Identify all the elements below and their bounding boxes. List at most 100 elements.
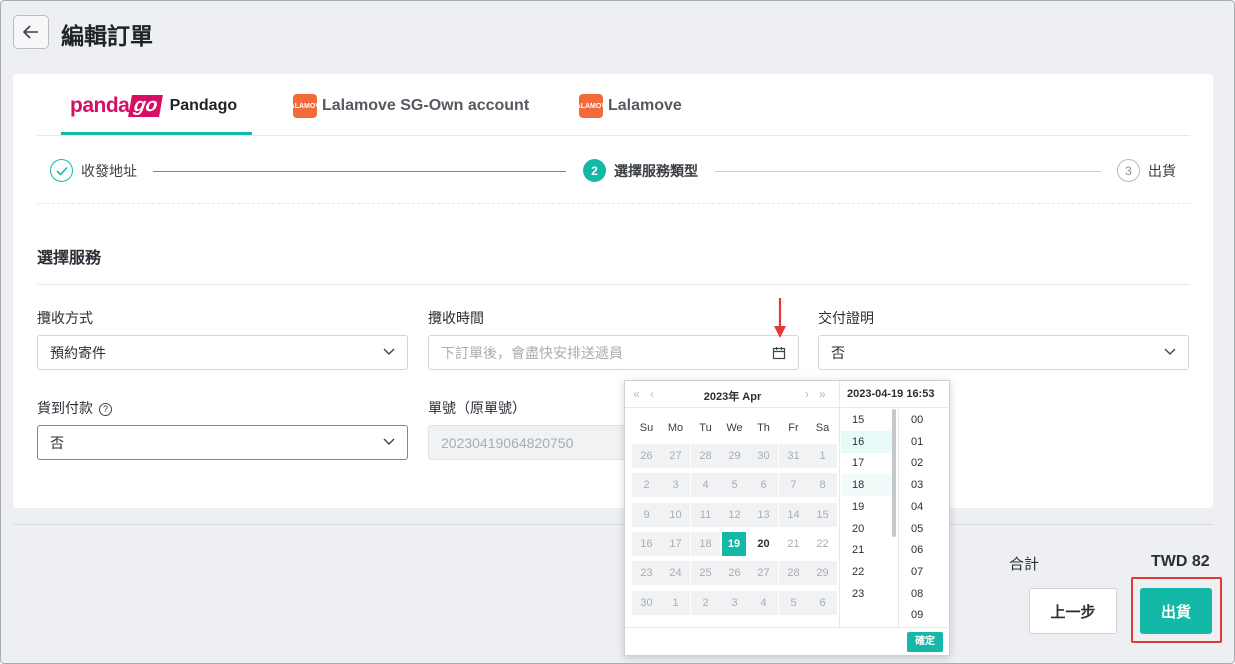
step-label: 選擇服務類型 — [614, 162, 698, 179]
tab-pandago[interactable]: panda go Pandago — [70, 94, 237, 118]
calendar-day[interactable]: 27 — [661, 444, 690, 468]
calendar-day[interactable]: 4 — [749, 590, 778, 615]
tab-lalamove[interactable]: LALAMOVE Lalamove — [571, 94, 682, 118]
step-connector — [715, 171, 1101, 172]
minute-option[interactable]: 01 — [900, 431, 951, 453]
stepper: 收發地址 2 選擇服務類型 3 出貨 — [37, 136, 1190, 204]
chevron-down-icon — [383, 348, 395, 355]
calendar-day[interactable]: 5 — [720, 473, 749, 498]
minute-option[interactable]: 03 — [900, 474, 951, 496]
hour-option[interactable]: 19 — [841, 496, 893, 518]
delivery-proof-select[interactable]: 否 — [818, 335, 1189, 370]
minute-option[interactable]: 06 — [900, 539, 951, 561]
minute-option[interactable]: 07 — [900, 561, 951, 583]
calendar-day[interactable]: 3 — [661, 473, 690, 498]
calendar-day[interactable]: 1 — [661, 590, 690, 615]
weekday-label: Mo — [667, 422, 684, 434]
calendar-day[interactable]: 26 — [632, 444, 661, 468]
calendar-day[interactable]: 10 — [661, 502, 690, 527]
calendar-day[interactable]: 12 — [720, 502, 749, 527]
calendar-day[interactable]: 28 — [779, 561, 808, 586]
calendar-day[interactable]: 6 — [749, 473, 778, 498]
calendar-day[interactable]: 28 — [691, 444, 720, 468]
minute-option[interactable]: 04 — [900, 496, 951, 518]
order-no-input: 20230419064820750 — [428, 425, 628, 460]
weekday-label: Th — [757, 422, 770, 434]
calendar-day[interactable]: 25 — [691, 561, 720, 586]
tab-label: Pandago — [169, 97, 238, 114]
order-no-label: 單號（原單號） — [428, 400, 526, 416]
calendar-day[interactable]: 6 — [808, 590, 837, 615]
calendar-day[interactable]: 20 — [749, 532, 778, 556]
next-month-icon[interactable]: › — [805, 387, 809, 401]
hour-option[interactable]: 16 — [841, 430, 893, 453]
arrow-left-icon — [23, 25, 38, 39]
minute-option[interactable]: 00 — [900, 409, 951, 431]
weekday-label: Tu — [699, 422, 712, 434]
calendar-day[interactable]: 3 — [720, 590, 749, 615]
previous-step-button[interactable]: 上一步 — [1029, 588, 1117, 634]
calendar-day[interactable]: 9 — [632, 502, 661, 527]
calendar-day[interactable]: 29 — [808, 561, 837, 586]
cod-select[interactable]: 否 — [37, 425, 408, 460]
scrollbar[interactable] — [892, 409, 896, 537]
calendar-day-selected[interactable]: 19 — [722, 531, 746, 556]
minute-option[interactable]: 02 — [900, 452, 951, 474]
hour-option[interactable]: 17 — [841, 452, 893, 474]
hour-option[interactable]: 18 — [841, 474, 893, 497]
pickup-method-select[interactable]: 預約寄件 — [37, 335, 408, 370]
hour-option[interactable]: 15 — [841, 409, 893, 431]
help-icon[interactable]: ? — [99, 402, 112, 416]
calendar-day[interactable]: 2 — [632, 473, 661, 498]
minute-option[interactable]: 05 — [900, 518, 951, 540]
calendar-day[interactable]: 16 — [632, 531, 661, 556]
calendar-day[interactable]: 4 — [691, 473, 720, 498]
calendar-day[interactable]: 5 — [779, 590, 808, 615]
hour-option[interactable]: 22 — [841, 561, 893, 583]
calendar-icon[interactable] — [772, 346, 786, 360]
calendar-day[interactable]: 29 — [720, 444, 749, 468]
calendar-day[interactable]: 30 — [749, 444, 778, 468]
step-number: 2 — [583, 159, 606, 182]
calendar-day[interactable]: 15 — [808, 502, 837, 527]
calendar-day[interactable]: 1 — [808, 444, 837, 468]
hour-option[interactable]: 21 — [841, 539, 893, 561]
tab-lalamove-sg[interactable]: LALAMOVE Lalamove SG-Own account — [285, 94, 530, 118]
carrier-tabs: panda go Pandago LALAMOVE Lalamove SG-Own… — [37, 74, 1190, 136]
calendar-day[interactable]: 31 — [779, 444, 808, 468]
minute-option[interactable]: 08 — [900, 583, 951, 605]
back-button[interactable] — [13, 15, 49, 49]
minute-option[interactable]: 09 — [900, 604, 951, 626]
step-3: 3 出貨 — [1117, 159, 1176, 182]
tab-label: Lalamove SG-Own account — [322, 97, 530, 114]
calendar-day[interactable]: 17 — [661, 531, 690, 556]
hour-option[interactable]: 20 — [841, 518, 893, 540]
calendar-day[interactable]: 22 — [808, 531, 837, 556]
calendar-day[interactable]: 27 — [749, 561, 778, 586]
calendar-day[interactable]: 26 — [720, 561, 749, 586]
calendar-day[interactable]: 18 — [691, 531, 720, 556]
minute-column[interactable]: 00 01 02 03 04 05 06 07 08 09 — [900, 409, 951, 627]
total-value: TWD 82 — [1151, 553, 1210, 570]
calendar-day[interactable]: 8 — [808, 473, 837, 498]
step-1: 收發地址 — [50, 159, 137, 182]
calendar-panel: « ‹ 2023年 Apr › » Su Mo Tu We Th Fr Sa 26 27 28 2… — [625, 381, 840, 627]
calendar-day[interactable]: 13 — [749, 502, 778, 527]
calendar-day[interactable]: 23 — [632, 561, 661, 586]
pickup-method-label: 攬收方式 — [37, 310, 93, 326]
pickup-time-input[interactable]: 下訂單後，會盡快安排送遞員 — [428, 335, 799, 370]
calendar-day[interactable]: 21 — [779, 531, 808, 556]
calendar-day[interactable]: 7 — [779, 473, 808, 498]
calendar-day[interactable]: 11 — [691, 502, 720, 527]
next-year-icon[interactable]: » — [819, 387, 826, 401]
calendar-day[interactable]: 30 — [632, 590, 661, 615]
lalamove-logo: LALAMOVE — [285, 94, 325, 118]
calendar-day[interactable]: 2 — [691, 590, 720, 615]
calendar-day[interactable]: 14 — [779, 502, 808, 527]
calendar-day[interactable]: 24 — [661, 561, 690, 586]
confirm-button[interactable]: 確定 — [907, 632, 943, 652]
datetime-picker-popup: « ‹ 2023年 Apr › » Su Mo Tu We Th Fr Sa 26 27 28 2… — [624, 380, 951, 656]
hour-column[interactable]: 15 16 17 18 19 20 21 22 23 — [841, 409, 899, 627]
hour-option[interactable]: 23 — [841, 583, 893, 605]
weekday-label: Sa — [815, 422, 830, 434]
